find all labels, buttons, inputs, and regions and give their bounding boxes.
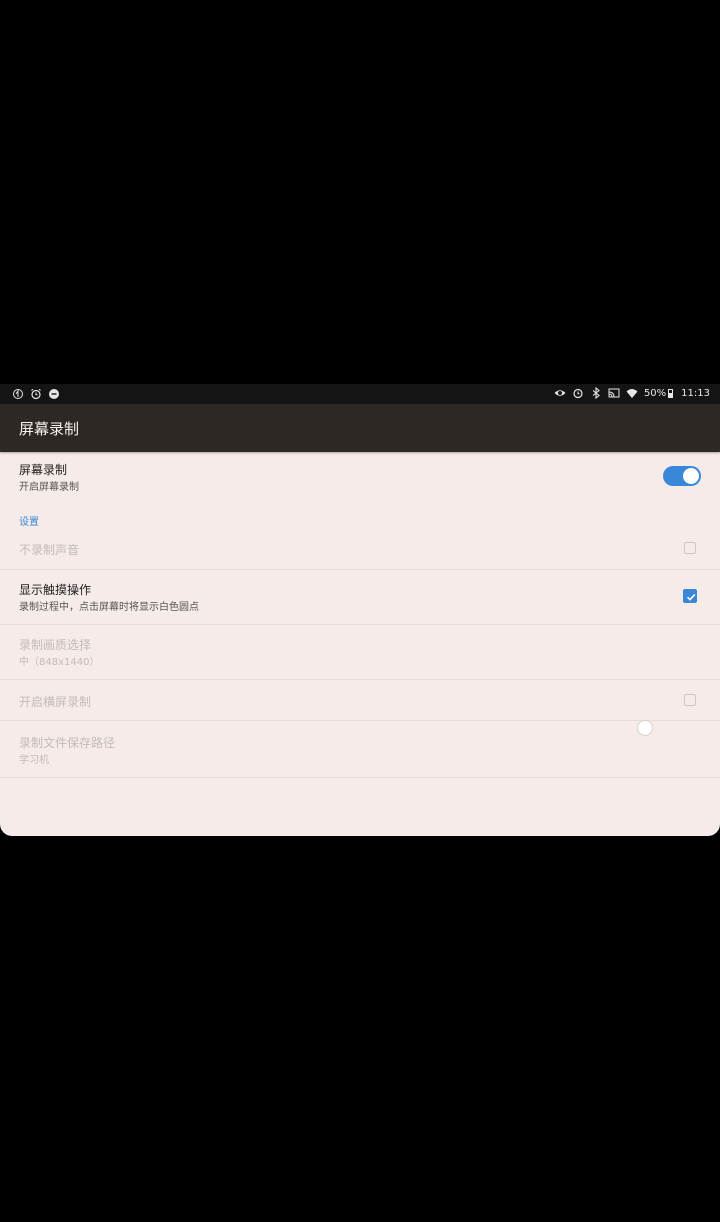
save-path-row[interactable]: 录制文件保存路径 学习机 bbox=[0, 721, 720, 778]
master-switch-row[interactable]: 屏幕录制 开启屏幕录制 bbox=[0, 452, 720, 500]
alarm-icon bbox=[572, 387, 584, 399]
battery-icon bbox=[668, 388, 674, 398]
clock: 11:13 bbox=[681, 387, 710, 399]
section-header: 设置 bbox=[19, 517, 39, 528]
battery-indicator: 50% bbox=[643, 387, 674, 399]
landscape-title: 开启横屏录制 bbox=[19, 695, 92, 709]
resolution-summary: 中（848x1440） bbox=[19, 657, 100, 668]
eye-icon bbox=[554, 387, 566, 399]
app-bar: 屏幕录制 bbox=[0, 404, 720, 452]
no-audio-title: 不录制声音 bbox=[19, 543, 80, 557]
resolution-title: 录制画质选择 bbox=[19, 638, 92, 652]
resolution-row[interactable]: 录制画质选择 中（848x1440） bbox=[0, 625, 720, 680]
page-title: 屏幕录制 bbox=[19, 420, 80, 438]
master-switch-summary: 开启屏幕录制 bbox=[19, 482, 79, 493]
save-path-summary: 学习机 bbox=[19, 755, 49, 766]
no-audio-checkbox[interactable] bbox=[684, 542, 696, 554]
battery-percent: 50% bbox=[643, 387, 667, 399]
cast-icon bbox=[608, 387, 620, 399]
screen-record-toggle[interactable] bbox=[663, 466, 701, 486]
show-touches-row[interactable]: 显示触摸操作 录制过程中，点击屏幕时将显示白色圆点 bbox=[0, 570, 720, 625]
status-bar: 50% 11:13 bbox=[0, 384, 720, 404]
alarm-icon bbox=[30, 388, 42, 400]
show-touches-checkbox[interactable] bbox=[683, 589, 697, 603]
sync-icon bbox=[12, 388, 24, 400]
touch-indicator-dot bbox=[637, 720, 653, 736]
settings-section: 设置 bbox=[0, 500, 720, 528]
toggle-knob bbox=[683, 468, 699, 484]
bluetooth-icon bbox=[590, 387, 602, 399]
landscape-row[interactable]: 开启横屏录制 bbox=[0, 680, 720, 721]
show-touches-summary: 录制过程中，点击屏幕时将显示白色圆点 bbox=[19, 602, 199, 613]
save-path-title: 录制文件保存路径 bbox=[19, 736, 116, 750]
show-touches-title: 显示触摸操作 bbox=[19, 583, 92, 597]
settings-screen: 50% 11:13 屏幕录制 屏幕录制 开启屏幕录制 设置 不录制声音 显示触摸… bbox=[0, 384, 720, 836]
wifi-icon bbox=[626, 387, 638, 399]
notification-dot-icon bbox=[48, 388, 60, 400]
checkmark-icon bbox=[686, 593, 696, 601]
no-audio-row[interactable]: 不录制声音 bbox=[0, 528, 720, 570]
landscape-checkbox[interactable] bbox=[684, 694, 696, 706]
master-switch-title: 屏幕录制 bbox=[19, 463, 68, 477]
